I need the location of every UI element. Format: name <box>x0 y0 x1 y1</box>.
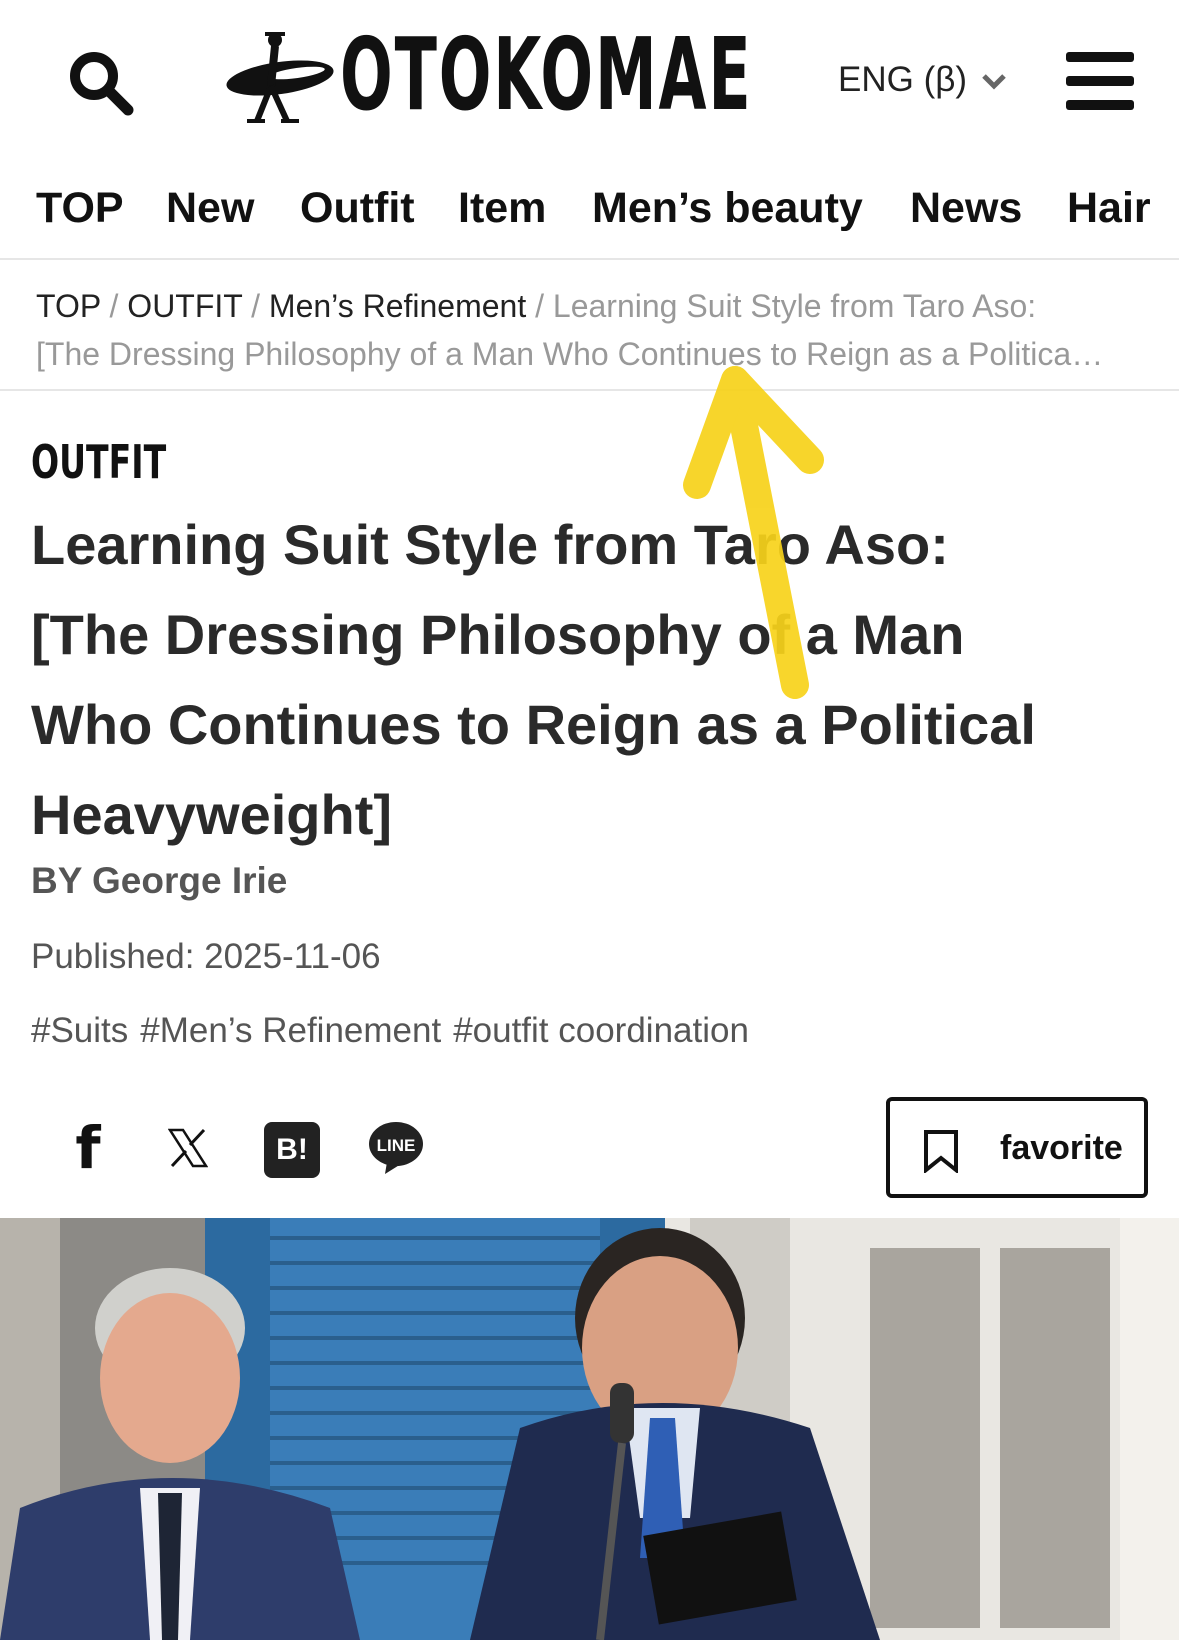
breadcrumb-link-mens-refinement[interactable]: Men’s Refinement <box>269 288 526 324</box>
surfer-logo-icon <box>226 32 334 123</box>
hamburger-menu-button[interactable] <box>1066 52 1134 110</box>
category-nav: TOP New Outfit Item Men’s beauty News Ha… <box>0 170 1179 260</box>
x-share-button[interactable] <box>158 1118 218 1178</box>
language-label: ENG (β) <box>838 60 968 99</box>
tag-link[interactable]: #Suits <box>31 1011 128 1051</box>
breadcrumb-current-continued: [The Dressing Philosophy of a Man Who Co… <box>36 336 1104 372</box>
favorite-button[interactable]: favorite <box>886 1097 1148 1198</box>
breadcrumb-separator: / <box>535 288 545 324</box>
breadcrumb-current: Learning Suit Style from Taro Aso: <box>552 288 1037 324</box>
article-title-line: Who Continues to Reign as a Political <box>31 693 1036 756</box>
article-category[interactable]: OUTFIT <box>31 435 166 489</box>
breadcrumb-link-outfit[interactable]: OUTFIT <box>127 288 242 324</box>
search-icon <box>70 52 134 116</box>
tag-link[interactable]: #outfit coordination <box>453 1011 749 1051</box>
site-header: OTOKOMAE ENG (β) <box>0 0 1179 165</box>
article-hero-image <box>0 1218 1179 1640</box>
breadcrumb-link-top[interactable]: TOP <box>36 288 101 324</box>
nav-item-outfit[interactable]: Outfit <box>300 184 415 233</box>
nav-item-item[interactable]: Item <box>458 184 546 233</box>
search-button[interactable] <box>66 48 136 118</box>
bookmark-icon <box>924 1130 958 1173</box>
line-icon-label: LINE <box>377 1136 416 1155</box>
facebook-icon[interactable]: f <box>58 1114 118 1182</box>
line-share-button[interactable]: LINE <box>366 1118 426 1178</box>
nav-item-top[interactable]: TOP <box>36 184 124 233</box>
breadcrumb-separator: / <box>109 288 119 324</box>
article-title-line: Learning Suit Style from Taro Aso: <box>31 513 949 576</box>
article-tags: #Suits #Men’s Refinement #outfit coordin… <box>31 1011 749 1051</box>
nav-item-new[interactable]: New <box>166 184 254 233</box>
language-selector[interactable]: ENG (β) <box>838 60 1007 100</box>
breadcrumb: TOP / OUTFIT / Men’s Refinement / Learni… <box>36 282 1146 378</box>
article-title: Learning Suit Style from Taro Aso: [The … <box>31 500 1151 860</box>
hatena-bookmark-icon[interactable]: B! <box>264 1122 320 1178</box>
article-title-line: Heavyweight] <box>31 783 392 846</box>
breadcrumb-divider <box>0 389 1179 391</box>
breadcrumb-line-1: TOP / OUTFIT / Men’s Refinement / Learni… <box>36 282 1146 330</box>
article-byline[interactable]: BY George Irie <box>31 860 287 902</box>
logo-text: OTOKOMAE <box>340 16 753 133</box>
nav-item-mens-beauty[interactable]: Men’s beauty <box>592 184 863 233</box>
favorite-label: favorite <box>1000 1129 1123 1167</box>
hero-photo <box>0 1218 1179 1640</box>
nav-item-hair[interactable]: Hair <box>1067 184 1151 233</box>
chevron-down-icon <box>982 74 1006 90</box>
article-published-date: Published: 2025-11-06 <box>31 937 381 976</box>
nav-item-news[interactable]: News <box>910 184 1022 233</box>
breadcrumb-separator: / <box>251 288 261 324</box>
article-title-line: [The Dressing Philosophy of a Man <box>31 603 965 666</box>
tag-link[interactable]: #Men’s Refinement <box>140 1011 441 1051</box>
line-icon: LINE <box>369 1122 423 1174</box>
x-icon <box>168 1128 208 1168</box>
